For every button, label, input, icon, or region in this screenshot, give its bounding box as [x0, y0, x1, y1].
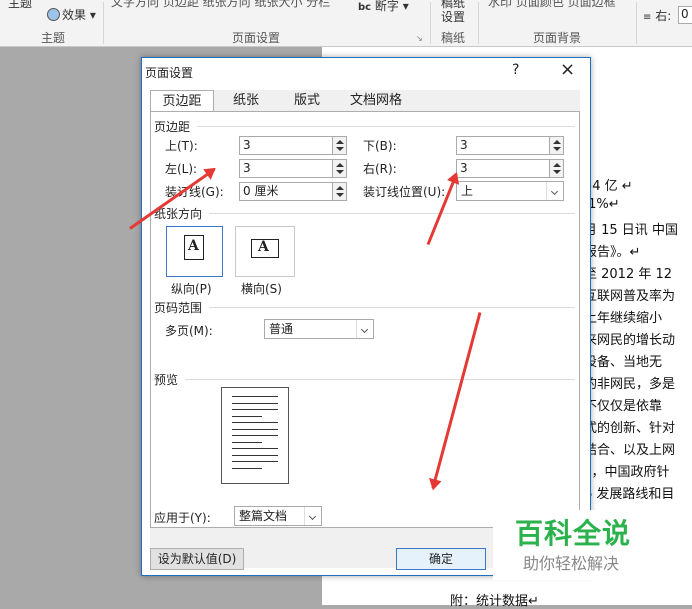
document-text-line: 式的创新、针对: [584, 421, 676, 436]
preview-text-line: [232, 448, 278, 449]
manuscript-setup-button[interactable]: 设置: [441, 8, 465, 25]
close-button[interactable]: ×: [560, 59, 575, 80]
dialog-body: 页边距 纸张 版式 文档网格 页边距 上(T): 3 下(B): 3 左(L):…: [150, 90, 580, 570]
document-text-line: 上年继续缩小: [584, 311, 663, 326]
landscape-label: 横向(S): [241, 282, 282, 296]
apply-to-select[interactable]: 整篇文档: [234, 506, 322, 526]
preview-text-line: [232, 467, 262, 469]
ok-button[interactable]: 确定: [396, 548, 486, 570]
page-setup-group-label: 页面设置: [232, 31, 281, 45]
margins-section-title: 页边距: [154, 120, 191, 134]
dialog-launcher-icon[interactable]: ↘: [416, 34, 423, 43]
chevron-down-icon: [546, 182, 563, 200]
page-setup-dialog: 页面设置 ? × 页边距 纸张 版式 文档网格 页边距 上(T): 3 下(B)…: [141, 57, 591, 576]
multiple-pages-select[interactable]: 普通: [264, 319, 374, 339]
breaks-button[interactable]: bc 断字 ▾: [358, 0, 409, 14]
document-text-line: 报告》。↵: [584, 245, 641, 260]
theme-button[interactable]: 主题: [8, 0, 32, 11]
dialog-title: 页面设置: [145, 66, 194, 80]
effects-button[interactable]: 效果 ▾: [47, 6, 96, 23]
top-margin-spinner[interactable]: 3: [239, 136, 347, 155]
preview-page: [221, 387, 289, 484]
preview-text-line: [232, 435, 278, 436]
document-text-line: 互联网普及率为: [584, 289, 676, 304]
help-button[interactable]: ?: [512, 62, 519, 78]
indent-icon: ≡: [643, 12, 652, 23]
set-default-button[interactable]: 设为默认值(D): [150, 548, 244, 570]
tab-document-grid[interactable]: 文档网格: [338, 90, 414, 111]
top-margin-label: 上(T):: [165, 139, 198, 153]
landscape-page-icon: A: [251, 239, 279, 258]
preview-text-line: [232, 422, 278, 423]
apply-to-label: 应用于(Y):: [154, 511, 211, 525]
right-margin-spinner[interactable]: 3: [456, 159, 564, 178]
gutter-position-select[interactable]: 上: [456, 181, 564, 201]
document-text-line: 月 15 日讯 中国: [584, 223, 678, 238]
preview-text-line: [232, 396, 278, 397]
document-text-line: 结合、以及上网: [584, 443, 676, 458]
document-text-line: 不仅仅是依靠: [584, 399, 663, 414]
portrait-label: 纵向(P): [171, 282, 212, 296]
preview-text-line: [232, 409, 278, 410]
preview-text-line: [232, 441, 262, 443]
pages-section-title: 页码范围: [154, 301, 203, 315]
watermark-subtitle: 助你轻松解决: [523, 554, 620, 573]
preview-text-line: [232, 415, 262, 417]
watermark-title: 百科全说: [515, 517, 632, 550]
manuscript-group-label: 稿纸: [441, 31, 466, 45]
preview-text-line: [232, 461, 278, 462]
preview-text-line: [232, 454, 278, 456]
document-text-line: 来网民的增长动: [584, 333, 676, 348]
document-text-line: 的非网民，多是: [584, 377, 676, 392]
right-margin-label: 右(R):: [363, 162, 397, 176]
preview-section-title: 预览: [154, 373, 179, 387]
chevron-down-icon: [356, 320, 373, 338]
tab-paper[interactable]: 纸张: [216, 90, 276, 111]
left-margin-spinner[interactable]: 3: [239, 159, 347, 178]
theme-group-label: 主题: [41, 31, 66, 45]
portrait-option[interactable]: A: [166, 226, 223, 277]
page-background-commands[interactable]: 水印 页面颜色 页面边框: [488, 0, 616, 10]
effects-icon: [47, 8, 60, 21]
document-text-line: 设备、当地无: [584, 355, 663, 370]
landscape-option[interactable]: A: [235, 226, 295, 277]
document-footer-text: 附：统计数据↵: [450, 594, 539, 609]
bottom-margin-label: 下(B):: [363, 139, 397, 153]
baike-watermark: 百科全说 助你轻松解决: [493, 510, 692, 580]
portrait-page-icon: A: [184, 235, 204, 260]
right-indent-input[interactable]: 0: [678, 6, 692, 24]
document-text-line: 6 发展路线和目: [584, 487, 675, 502]
chevron-down-icon: [304, 507, 321, 525]
gutter-position-label: 装订线位置(U):: [363, 185, 446, 199]
page-background-group-label: 页面背景: [533, 31, 582, 45]
tab-layout[interactable]: 版式: [276, 90, 338, 111]
multiple-pages-label: 多页(M):: [165, 324, 213, 338]
preview-text-line: [232, 402, 278, 404]
left-margin-label: 左(L):: [165, 162, 198, 176]
gutter-spinner[interactable]: 0 厘米: [239, 182, 347, 201]
preview-text-line: [232, 428, 278, 430]
right-indent-label: ≡ 右:: [643, 9, 672, 23]
bottom-margin-spinner[interactable]: 3: [456, 136, 564, 155]
document-text-line: 至 2012 年 12: [584, 267, 673, 282]
document-text-line: F，中国政府针: [584, 465, 670, 480]
tab-margins[interactable]: 页边距: [150, 90, 214, 113]
document-text-line: 54 亿 ↵: [584, 179, 633, 194]
page-setup-commands[interactable]: 文字方向 页边距 纸张方向 纸张大小 分栏: [111, 0, 330, 10]
ribbon: 主题 效果 ▾ 主题 文字方向 页边距 纸张方向 纸张大小 分栏 bc 断字 ▾…: [0, 0, 692, 47]
